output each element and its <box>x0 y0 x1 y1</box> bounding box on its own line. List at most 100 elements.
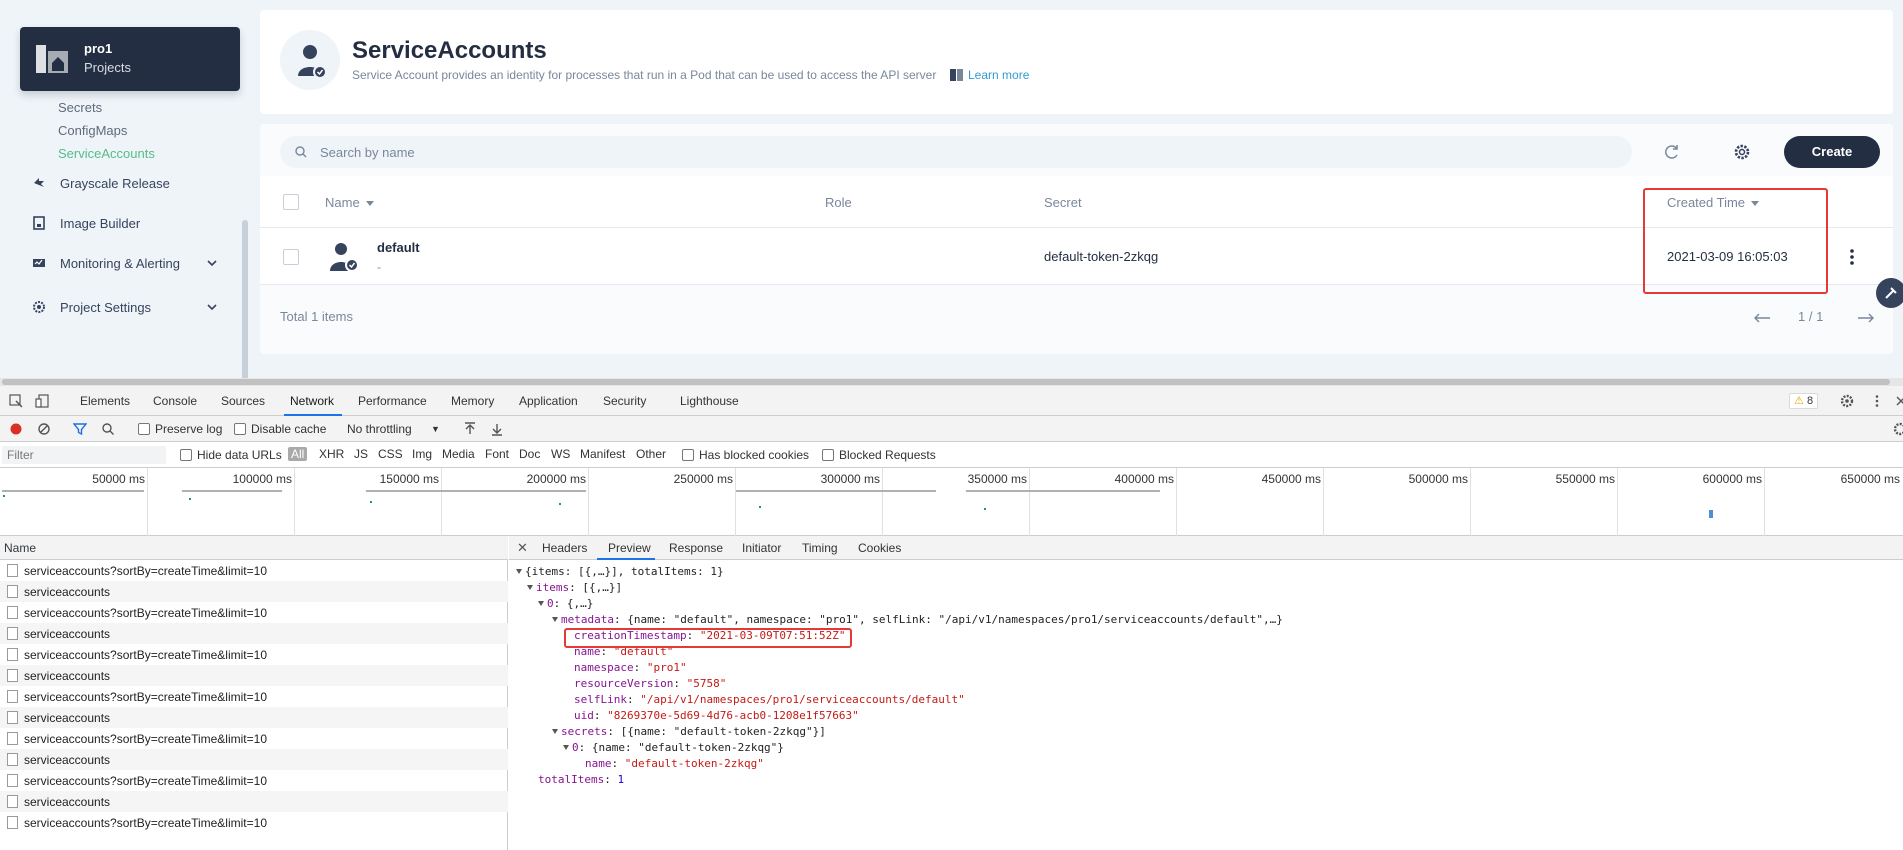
tab-response[interactable]: Response <box>669 541 723 555</box>
refresh-icon[interactable] <box>1658 138 1686 166</box>
learn-more-link[interactable]: Learn more <box>968 68 1029 82</box>
floating-toolbox-button[interactable] <box>1876 278 1903 308</box>
request-row[interactable]: serviceaccounts <box>0 749 508 770</box>
close-icon[interactable]: ✕ <box>517 540 528 556</box>
request-name: serviceaccounts?sortBy=createTime&limit=… <box>24 774 267 788</box>
row-checkbox[interactable] <box>283 249 299 265</box>
request-row[interactable]: serviceaccounts?sortBy=createTime&limit=… <box>0 728 508 749</box>
json-secrets-0[interactable]: 0: {name: "default-token-2zkqg"} <box>563 740 784 756</box>
preserve-log-checkbox[interactable] <box>138 423 150 435</box>
project-selector[interactable]: pro1 Projects <box>20 27 240 91</box>
tab-preview[interactable]: Preview <box>608 541 651 555</box>
has-blocked-cookies-checkbox[interactable] <box>682 449 694 461</box>
column-name[interactable]: Name <box>325 195 374 210</box>
row-name-link[interactable]: default <box>377 240 420 255</box>
request-row[interactable]: serviceaccounts?sortBy=createTime&limit=… <box>0 560 508 581</box>
filter-media[interactable]: Media <box>442 447 475 461</box>
request-row[interactable]: serviceaccounts <box>0 791 508 812</box>
sidebar-item-secrets[interactable]: Secrets <box>58 100 102 115</box>
tab-lighthouse[interactable]: Lighthouse <box>680 394 739 408</box>
sidebar-scrollbar[interactable] <box>242 220 248 378</box>
throttling-select[interactable]: No throttling <box>347 422 412 436</box>
sidebar-item-serviceaccounts[interactable]: ServiceAccounts <box>58 146 155 161</box>
sidebar-item-image-builder[interactable]: Image Builder <box>30 212 220 236</box>
timeline-request-dot <box>559 503 561 505</box>
search-input[interactable] <box>320 136 1610 168</box>
request-row[interactable]: serviceaccounts?sortBy=createTime&limit=… <box>0 770 508 791</box>
json-items-0[interactable]: 0: {,…} <box>538 596 593 612</box>
tab-memory[interactable]: Memory <box>451 394 494 408</box>
tab-sources[interactable]: Sources <box>221 394 265 408</box>
filter-ws[interactable]: WS <box>551 447 570 461</box>
filter-all[interactable]: All <box>288 447 308 461</box>
close-devtools-icon[interactable] <box>1894 394 1903 408</box>
json-root[interactable]: {items: [{,…}], totalItems: 1} <box>516 564 724 580</box>
kebab-menu-icon[interactable] <box>1870 394 1884 408</box>
network-settings-icon[interactable] <box>1893 422 1903 436</box>
json-items[interactable]: items: [{,…}] <box>527 580 622 596</box>
request-file-icon <box>7 816 18 829</box>
hide-data-urls-checkbox[interactable] <box>180 449 192 461</box>
page-header: ServiceAccounts Service Account provides… <box>260 10 1893 114</box>
request-row[interactable]: serviceaccounts <box>0 665 508 686</box>
sidebar-item-project-settings[interactable]: Project Settings <box>30 296 220 320</box>
inspect-element-icon[interactable] <box>9 394 23 408</box>
search-icon[interactable] <box>101 422 115 436</box>
request-row[interactable]: serviceaccounts?sortBy=createTime&limit=… <box>0 602 508 623</box>
devtools-settings-icon[interactable] <box>1840 394 1854 408</box>
tab-security[interactable]: Security <box>603 394 646 408</box>
request-row[interactable]: serviceaccounts?sortBy=createTime&limit=… <box>0 686 508 707</box>
scrollbar-thumb[interactable] <box>2 379 1890 385</box>
request-row[interactable]: serviceaccounts?sortBy=createTime&limit=… <box>0 812 508 833</box>
record-icon[interactable] <box>9 422 23 436</box>
filter-img[interactable]: Img <box>412 447 432 461</box>
select-all-checkbox[interactable] <box>283 194 299 210</box>
tab-elements[interactable]: Elements <box>80 394 130 408</box>
json-metadata[interactable]: metadata: {name: "default", namespace: "… <box>552 612 1283 628</box>
filter-font[interactable]: Font <box>485 447 509 461</box>
export-har-icon[interactable] <box>490 422 504 436</box>
sidebar-item-grayscale-release[interactable]: Grayscale Release <box>30 172 220 196</box>
more-options-icon[interactable] <box>1842 245 1862 269</box>
tab-performance[interactable]: Performance <box>358 394 427 408</box>
tab-timing[interactable]: Timing <box>802 541 838 555</box>
filter-other[interactable]: Other <box>636 447 666 461</box>
sidebar-item-configmaps[interactable]: ConfigMaps <box>58 123 127 138</box>
create-button[interactable]: Create <box>1784 136 1880 168</box>
tab-application[interactable]: Application <box>519 394 578 408</box>
clear-icon[interactable] <box>37 422 51 436</box>
request-row[interactable]: serviceaccounts <box>0 623 508 644</box>
filter-xhr[interactable]: XHR <box>319 447 344 461</box>
request-list-header[interactable]: Name <box>0 536 508 560</box>
warning-badge[interactable]: ⚠ 8 <box>1789 393 1819 409</box>
import-har-icon[interactable] <box>463 422 477 436</box>
search-box[interactable] <box>280 136 1632 168</box>
next-page-icon[interactable] <box>1856 312 1876 324</box>
json-namespace: namespace: "pro1" <box>574 661 687 674</box>
filter-manifest[interactable]: Manifest <box>580 447 625 461</box>
tab-console[interactable]: Console <box>153 394 197 408</box>
timeline-gridline <box>1176 468 1177 536</box>
network-overview-timeline[interactable]: 50000 ms 100000 ms 150000 ms 200000 ms 2… <box>0 468 1903 536</box>
tab-cookies[interactable]: Cookies <box>858 541 901 555</box>
request-name: serviceaccounts <box>24 585 111 599</box>
prev-page-icon[interactable] <box>1752 312 1772 324</box>
tab-headers[interactable]: Headers <box>542 541 587 555</box>
sidebar-item-monitoring-alerting[interactable]: Monitoring & Alerting <box>30 252 220 276</box>
request-row[interactable]: serviceaccounts <box>0 707 508 728</box>
filter-css[interactable]: CSS <box>378 447 403 461</box>
blocked-requests-checkbox[interactable] <box>822 449 834 461</box>
tab-initiator[interactable]: Initiator <box>742 541 781 555</box>
filter-doc[interactable]: Doc <box>519 447 540 461</box>
filter-icon[interactable] <box>73 422 87 436</box>
settings-gear-icon[interactable] <box>1728 138 1756 166</box>
request-row[interactable]: serviceaccounts <box>0 581 508 602</box>
throttling-dropdown-icon[interactable]: ▼ <box>431 424 440 434</box>
json-secrets[interactable]: secrets: [{name: "default-token-2zkqg"}] <box>552 724 826 740</box>
request-row[interactable]: serviceaccounts?sortBy=createTime&limit=… <box>0 644 508 665</box>
disable-cache-checkbox[interactable] <box>234 423 246 435</box>
device-toolbar-icon[interactable] <box>35 394 49 408</box>
filter-js[interactable]: JS <box>354 447 368 461</box>
tab-network[interactable]: Network <box>290 394 334 408</box>
filter-input[interactable] <box>2 446 166 464</box>
